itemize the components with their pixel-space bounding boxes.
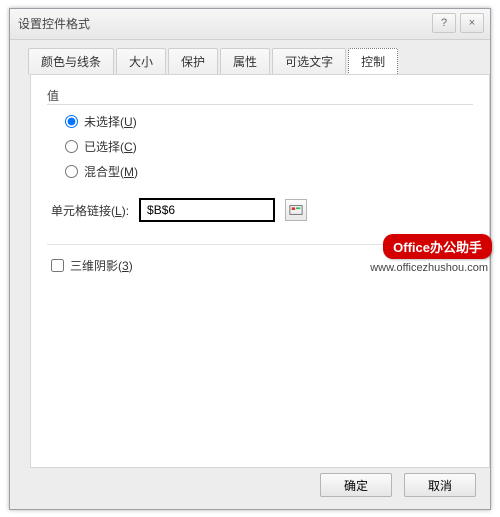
tab-properties[interactable]: 属性 xyxy=(220,48,270,75)
tab-size[interactable]: 大小 xyxy=(116,48,166,75)
range-picker-button[interactable] xyxy=(285,199,307,221)
radio-unchecked-row: 未选择(U) xyxy=(65,113,473,130)
radio-unchecked-label: 未选择(U) xyxy=(84,113,137,130)
radio-mixed[interactable] xyxy=(65,165,78,178)
shadow-checkbox[interactable] xyxy=(51,259,64,272)
tab-control[interactable]: 控制 xyxy=(348,48,398,75)
value-group-legend: 值 xyxy=(47,87,59,104)
group-divider xyxy=(47,104,473,105)
cancel-button[interactable]: 取消 xyxy=(404,473,476,497)
watermark-url: www.officezhushou.com xyxy=(370,262,492,274)
shadow-label: 三维阴影(3) xyxy=(70,257,133,274)
tab-strip: 颜色与线条 大小 保护 属性 可选文字 控制 xyxy=(28,47,488,74)
format-control-dialog: 设置控件格式 ? × 颜色与线条 大小 保护 属性 可选文字 控制 值 未选择(… xyxy=(9,8,491,510)
cell-link-row: 单元格链接(L): xyxy=(47,198,473,222)
tab-protection[interactable]: 保护 xyxy=(168,48,218,75)
tab-alt-text[interactable]: 可选文字 xyxy=(272,48,346,75)
close-icon: × xyxy=(469,8,475,38)
dialog-footer: 确定 取消 xyxy=(320,473,476,497)
radio-mixed-row: 混合型(M) xyxy=(65,163,473,180)
cell-link-input[interactable] xyxy=(139,198,275,222)
watermark: Office办公助手 www.officezhushou.com xyxy=(370,234,492,274)
radio-checked[interactable] xyxy=(65,140,78,153)
cell-link-label: 单元格链接(L): xyxy=(51,202,129,219)
radio-mixed-label: 混合型(M) xyxy=(84,163,138,180)
close-button[interactable]: × xyxy=(460,13,484,33)
radio-checked-row: 已选择(C) xyxy=(65,138,473,155)
radio-unchecked[interactable] xyxy=(65,115,78,128)
range-picker-icon xyxy=(289,203,303,217)
help-button[interactable]: ? xyxy=(432,13,456,33)
tab-colors-lines[interactable]: 颜色与线条 xyxy=(28,48,114,75)
dialog-title: 设置控件格式 xyxy=(18,17,90,31)
radio-checked-label: 已选择(C) xyxy=(84,138,137,155)
title-bar: 设置控件格式 ? × xyxy=(10,9,490,40)
window-buttons: ? × xyxy=(432,13,484,33)
ok-button[interactable]: 确定 xyxy=(320,473,392,497)
watermark-badge: Office办公助手 xyxy=(383,234,492,259)
help-icon: ? xyxy=(441,8,447,38)
